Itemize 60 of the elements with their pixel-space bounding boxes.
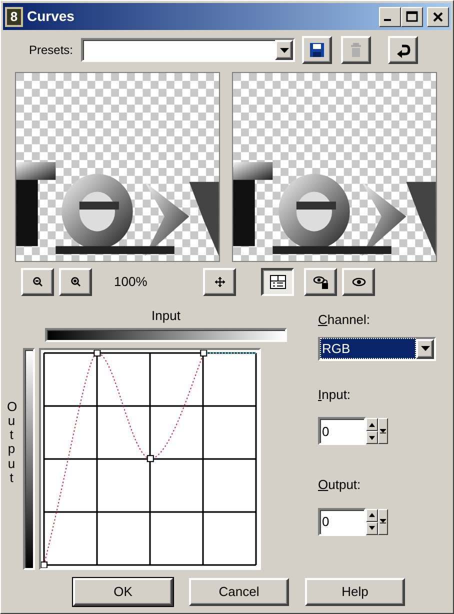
split-view-icon xyxy=(270,275,286,289)
control-point[interactable] xyxy=(200,350,208,356)
zoom-in-button[interactable] xyxy=(59,268,92,296)
input-label: Input: xyxy=(318,386,352,404)
input-axis-label: Input xyxy=(150,307,182,325)
control-point[interactable] xyxy=(94,350,101,356)
zoom-out-button[interactable] xyxy=(21,268,54,296)
output-label: Output: xyxy=(318,476,362,494)
channel-label: Channel: xyxy=(318,311,372,329)
dropdown-button[interactable] xyxy=(275,40,294,60)
channel-value: RGB xyxy=(320,338,416,360)
output-field[interactable]: 0 xyxy=(318,508,366,536)
eye-icon xyxy=(352,277,366,287)
dropdown-button[interactable] xyxy=(416,338,434,358)
app-icon: 8 xyxy=(5,6,23,26)
up-arrow-icon xyxy=(369,422,375,426)
split-view-button[interactable] xyxy=(261,268,294,296)
delete-button[interactable] xyxy=(341,36,372,64)
down-arrow-icon xyxy=(369,526,375,530)
maximize-icon xyxy=(406,10,418,22)
caret-icon xyxy=(280,48,289,52)
help-button[interactable]: Help xyxy=(305,578,405,606)
caret-icon xyxy=(380,519,386,524)
cancel-button[interactable]: Cancel xyxy=(189,578,289,606)
ok-button[interactable]: OK xyxy=(73,578,173,606)
input-field[interactable]: 0 xyxy=(318,417,366,445)
close-icon xyxy=(432,10,444,22)
down-arrow-icon xyxy=(369,436,375,440)
spin-down-button[interactable] xyxy=(366,431,378,444)
spin-down-button[interactable] xyxy=(366,522,378,534)
lock-preview-button[interactable] xyxy=(304,268,338,296)
channel-dropdown[interactable]: RGB xyxy=(318,336,436,360)
zoom-level: 100% xyxy=(114,273,148,292)
control-point[interactable] xyxy=(146,454,154,462)
eye-with-lock-icon xyxy=(312,275,329,289)
spin-up-button[interactable] xyxy=(366,508,378,522)
spin-up-button[interactable] xyxy=(366,418,378,431)
reset-button[interactable] xyxy=(388,36,418,64)
caret-icon xyxy=(420,346,430,351)
presets-label: Presets: xyxy=(29,42,74,59)
close-button[interactable] xyxy=(427,6,449,26)
trash-can-icon xyxy=(350,43,362,57)
value-menu-button[interactable] xyxy=(378,418,388,444)
output-axis-label: Output xyxy=(7,400,16,486)
window-title: Curves xyxy=(27,7,76,26)
up-arrow-icon xyxy=(369,513,375,517)
minimize-button[interactable] xyxy=(379,6,401,26)
value-menu-button[interactable] xyxy=(378,508,388,534)
pan-button[interactable] xyxy=(203,268,236,296)
preview-button[interactable] xyxy=(342,268,376,296)
zoom-out-icon xyxy=(32,277,42,287)
curved-arrow-icon xyxy=(396,42,411,58)
presets-dropdown[interactable] xyxy=(81,38,296,62)
save-button[interactable] xyxy=(302,36,332,64)
maximize-button[interactable] xyxy=(401,6,423,26)
caret-icon xyxy=(380,428,386,434)
move-arrows-icon xyxy=(214,277,225,287)
minimize-icon xyxy=(384,18,391,20)
control-point[interactable] xyxy=(41,561,48,568)
zoom-in-icon xyxy=(70,277,80,287)
